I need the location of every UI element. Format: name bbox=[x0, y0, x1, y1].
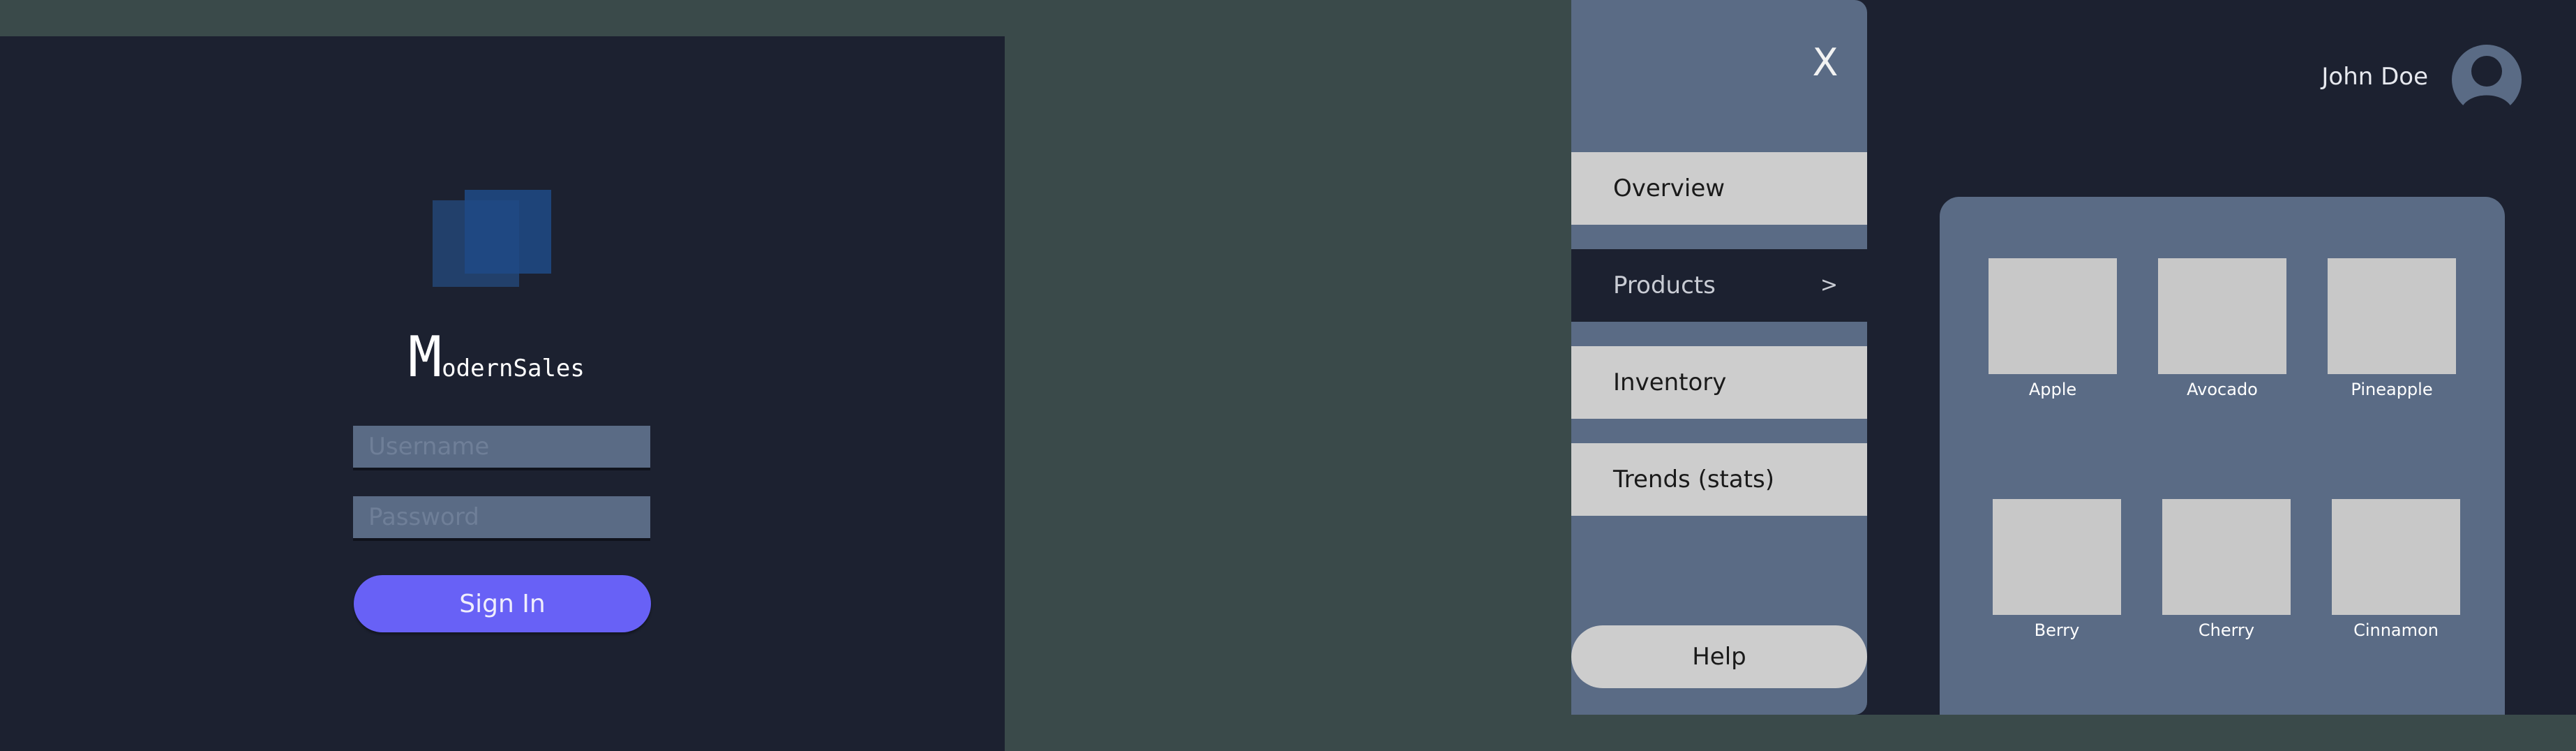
username-input[interactable] bbox=[353, 426, 650, 470]
close-icon[interactable]: X bbox=[1804, 42, 1846, 84]
product-label: Cinnamon bbox=[2353, 620, 2439, 640]
logo-square-front bbox=[465, 190, 551, 274]
product-tile[interactable]: Apple bbox=[1989, 258, 2117, 399]
login-panel: ModernSales Sign In bbox=[0, 36, 1005, 751]
product-thumbnail bbox=[2328, 258, 2456, 374]
sidebar-item-overview[interactable]: Overview bbox=[1571, 152, 1867, 225]
brand-initial: M bbox=[408, 325, 442, 389]
sign-in-button[interactable]: Sign In bbox=[354, 575, 651, 632]
sidebar-item-label: Trends (stats) bbox=[1613, 466, 1775, 493]
products-grid: Apple Avocado Pineapple Berry Cherry Cin… bbox=[1940, 197, 2505, 715]
product-tile[interactable]: Pineapple bbox=[2328, 258, 2456, 399]
brand-rest: odernSales bbox=[442, 355, 585, 382]
product-thumbnail bbox=[2158, 258, 2286, 374]
product-thumbnail bbox=[1989, 258, 2117, 374]
password-input[interactable] bbox=[353, 496, 650, 541]
sidebar-item-label: Overview bbox=[1613, 174, 1725, 202]
product-label: Pineapple bbox=[2351, 380, 2433, 399]
product-tile[interactable]: Cinnamon bbox=[2332, 499, 2460, 640]
product-tile[interactable]: Berry bbox=[1993, 499, 2121, 640]
logo-mark bbox=[433, 190, 551, 295]
sidebar-item-label: Products bbox=[1613, 272, 1716, 299]
user-avatar-icon[interactable] bbox=[2448, 43, 2573, 113]
product-thumbnail bbox=[1993, 499, 2121, 615]
sidebar-item-inventory[interactable]: Inventory bbox=[1571, 346, 1867, 419]
product-tile[interactable]: Cherry bbox=[2162, 499, 2291, 640]
product-thumbnail bbox=[2332, 499, 2460, 615]
product-thumbnail bbox=[2162, 499, 2291, 615]
product-label: Berry bbox=[2034, 620, 2080, 640]
sidebar-item-trends[interactable]: Trends (stats) bbox=[1571, 443, 1867, 516]
product-label: Cherry bbox=[2198, 620, 2255, 640]
sidebar-item-products[interactable]: Products > bbox=[1571, 249, 1867, 322]
help-button[interactable]: Help bbox=[1571, 625, 1867, 688]
product-label: Apple bbox=[2028, 380, 2077, 399]
user-name: John Doe bbox=[2321, 63, 2428, 91]
brand-wordmark: ModernSales bbox=[408, 329, 585, 385]
chevron-right-icon: > bbox=[1820, 273, 1838, 297]
product-tile[interactable]: Avocado bbox=[2158, 258, 2286, 399]
sidebar-item-label: Inventory bbox=[1613, 369, 1727, 396]
product-label: Avocado bbox=[2187, 380, 2258, 399]
sidebar-menu: X Overview Products > Inventory Trends (… bbox=[1571, 0, 1867, 715]
